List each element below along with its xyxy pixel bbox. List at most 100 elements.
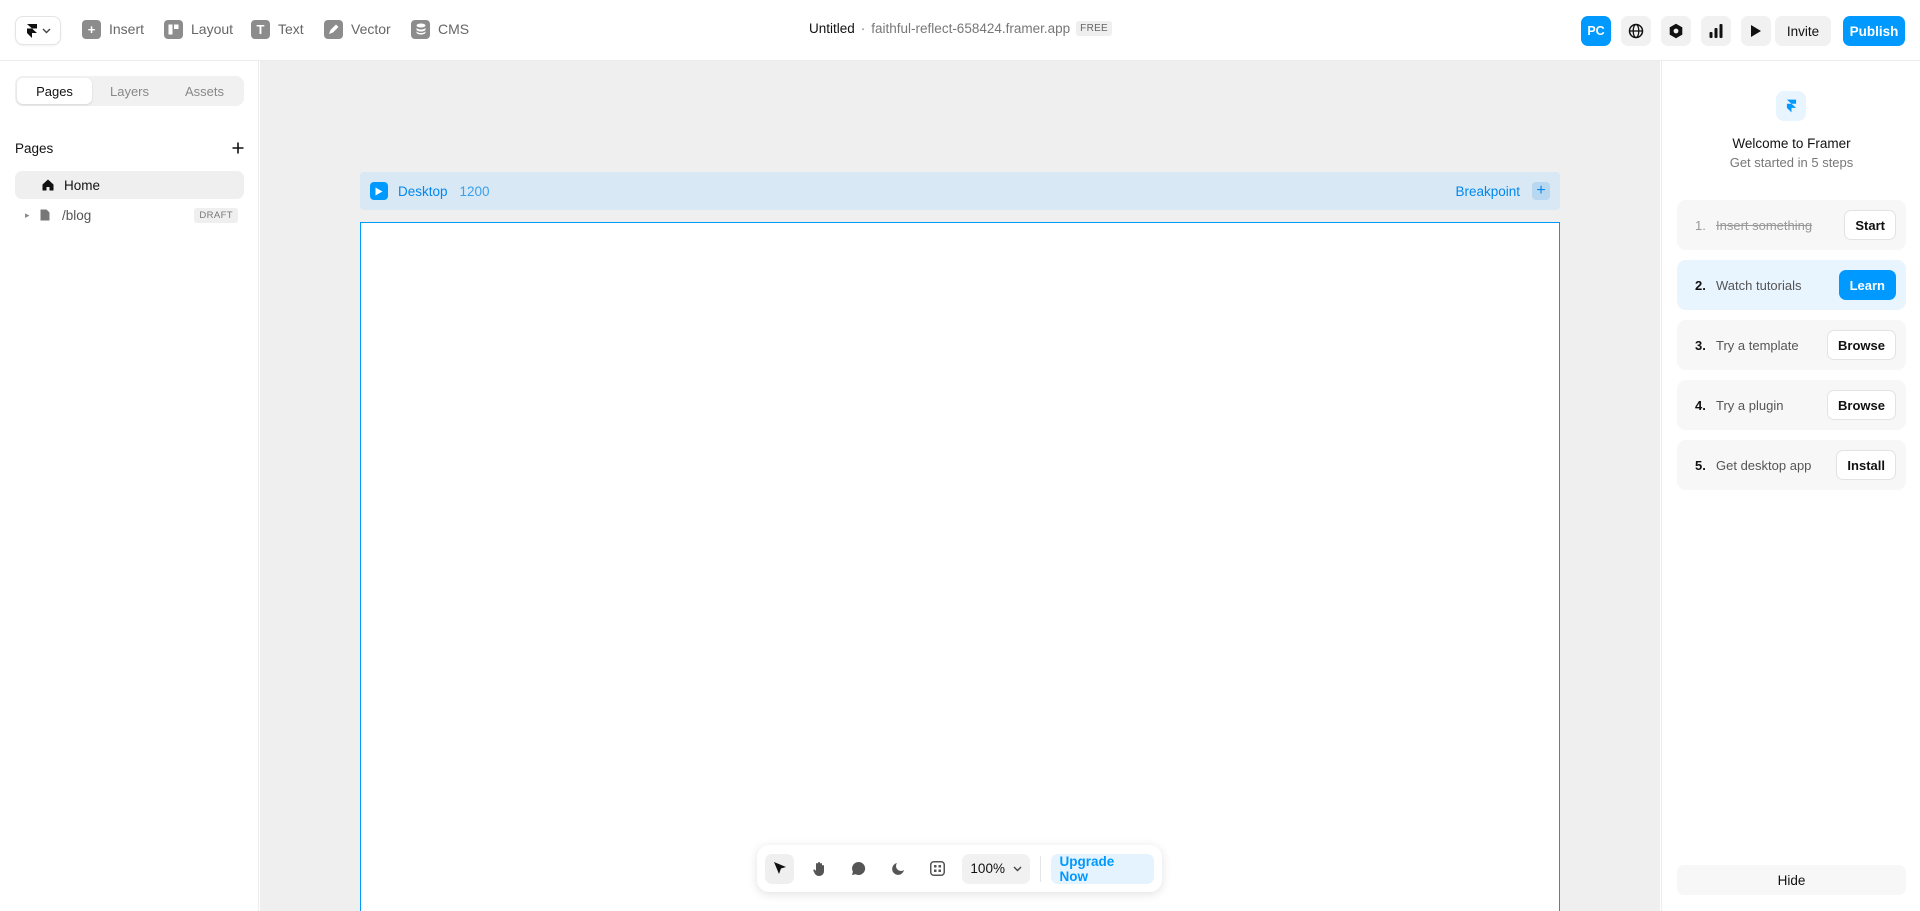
document-title-area[interactable]: Untitled · faithful-reflect-658424.frame… (809, 21, 1113, 36)
page-name: /blog (62, 207, 92, 223)
add-breakpoint-label[interactable]: Breakpoint (1455, 184, 1520, 199)
pages-section-title: Pages (15, 140, 54, 156)
page-item-home[interactable]: Home (15, 171, 244, 199)
user-avatar-button[interactable]: PC (1581, 16, 1611, 46)
text-icon: T (251, 19, 270, 39)
moon-icon (892, 862, 905, 875)
components-button[interactable] (923, 854, 952, 884)
draft-badge: DRAFT (194, 207, 238, 223)
framer-logo-icon (1776, 91, 1806, 121)
publish-button[interactable]: Publish (1843, 16, 1905, 46)
onboarding-step-1: 1. Insert something Start (1677, 200, 1906, 250)
canvas[interactable]: Desktop 1200 Breakpoint + 100% Upgrade N… (260, 61, 1660, 911)
step-number: 4. (1695, 397, 1706, 413)
framer-logo-icon (26, 23, 37, 38)
step-number: 1. (1695, 217, 1706, 233)
analytics-button[interactable] (1701, 16, 1731, 46)
invite-button[interactable]: Invite (1775, 16, 1831, 46)
plus-square-icon: + (82, 19, 101, 39)
onboarding-step-5: 5. Get desktop app Install (1677, 440, 1906, 490)
welcome-subtitle: Get started in 5 steps (1729, 155, 1854, 170)
select-tool-button[interactable] (765, 853, 795, 884)
comment-icon (852, 861, 866, 875)
toolbar-divider (1039, 855, 1041, 882)
page-item-blog[interactable]: ▸ /blog DRAFT (15, 201, 244, 229)
preview-button[interactable] (1741, 16, 1771, 46)
chevron-right-icon[interactable]: ▸ (25, 210, 37, 221)
chevron-down-icon (1013, 866, 1022, 871)
layout-icon (164, 19, 183, 39)
upgrade-now-button[interactable]: Upgrade Now (1050, 853, 1155, 884)
layout-tool-button[interactable]: Layout (164, 18, 233, 40)
bar-chart-icon (1709, 24, 1723, 38)
tab-assets[interactable]: Assets (167, 78, 242, 104)
learn-button[interactable]: Learn (1838, 270, 1896, 300)
home-icon (42, 179, 54, 192)
globe-button[interactable] (1621, 16, 1651, 46)
browse-plugins-button[interactable]: Browse (1827, 390, 1896, 420)
step-label: Get desktop app (1716, 457, 1812, 473)
grid-icon (930, 861, 946, 876)
play-icon (1751, 25, 1761, 37)
title-separator: · (860, 21, 866, 36)
vector-label: Vector (351, 21, 391, 37)
preview-breakpoint-button[interactable] (370, 182, 388, 200)
step-label: Try a template (1716, 337, 1799, 353)
step-label: Insert something (1716, 217, 1813, 233)
cms-tool-button[interactable]: CMS (411, 18, 469, 40)
zoom-value: 100% (970, 861, 1005, 876)
vector-tool-button[interactable]: Vector (324, 18, 391, 40)
layout-label: Layout (191, 21, 234, 37)
text-label: Text (278, 21, 304, 37)
hide-onboarding-button[interactable]: Hide (1677, 865, 1906, 895)
left-panel: Pages Layers Assets Pages Home ▸ /blog D… (0, 61, 259, 911)
panel-tabs: Pages Layers Assets (15, 76, 244, 106)
install-button[interactable]: Install (1836, 450, 1896, 480)
step-number: 3. (1695, 337, 1706, 353)
gear-icon (1669, 23, 1683, 39)
onboarding-step-3: 3. Try a template Browse (1677, 320, 1906, 370)
database-icon (411, 19, 430, 39)
file-icon (40, 209, 52, 222)
tab-pages[interactable]: Pages (17, 78, 92, 104)
breakpoint-width[interactable]: 1200 (460, 184, 490, 199)
bottom-toolbar: 100% Upgrade Now (757, 845, 1162, 892)
chevron-down-icon (42, 28, 50, 33)
add-page-icon[interactable] (232, 138, 244, 158)
desktop-frame[interactable] (360, 222, 1560, 911)
globe-icon (1628, 23, 1644, 39)
settings-button[interactable] (1661, 16, 1691, 46)
browse-templates-button[interactable]: Browse (1827, 330, 1896, 360)
breakpoint-bar[interactable]: Desktop 1200 Breakpoint + (360, 172, 1560, 210)
page-name: Home (64, 177, 101, 193)
text-tool-button[interactable]: T Text (251, 18, 304, 40)
step-number: 5. (1695, 457, 1706, 473)
cms-label: CMS (438, 21, 470, 37)
onboarding-step-2: 2. Watch tutorials Learn (1677, 260, 1906, 310)
pages-section-header: Pages (15, 138, 244, 158)
dark-mode-button[interactable] (883, 854, 912, 884)
onboarding-step-4: 4. Try a plugin Browse (1677, 380, 1906, 430)
zoom-select[interactable]: 100% (962, 853, 1030, 884)
tab-layers[interactable]: Layers (92, 78, 167, 104)
step-number: 2. (1695, 277, 1706, 293)
breakpoint-name[interactable]: Desktop (398, 184, 448, 199)
comment-tool-button[interactable] (844, 854, 873, 884)
site-domain[interactable]: faithful-reflect-658424.framer.app (871, 21, 1070, 36)
hand-icon (813, 861, 824, 876)
play-icon (375, 187, 383, 195)
framer-menu-button[interactable] (15, 16, 61, 45)
step-label: Watch tutorials (1716, 277, 1802, 293)
document-title[interactable]: Untitled (809, 21, 855, 36)
add-breakpoint-icon[interactable]: + (1532, 182, 1550, 200)
hand-tool-button[interactable] (804, 854, 833, 884)
insert-tool-button[interactable]: + Insert (82, 18, 144, 40)
top-toolbar: + Insert Layout T Text Vector CMS Untitl… (0, 0, 1920, 61)
step-label: Try a plugin (1716, 397, 1784, 413)
insert-label: Insert (109, 21, 145, 37)
start-button[interactable]: Start (1844, 210, 1896, 240)
cursor-arrow-icon (773, 862, 786, 874)
plan-badge: FREE (1076, 21, 1113, 36)
welcome-title: Welcome to Framer (1732, 136, 1851, 151)
pen-icon (324, 19, 343, 39)
